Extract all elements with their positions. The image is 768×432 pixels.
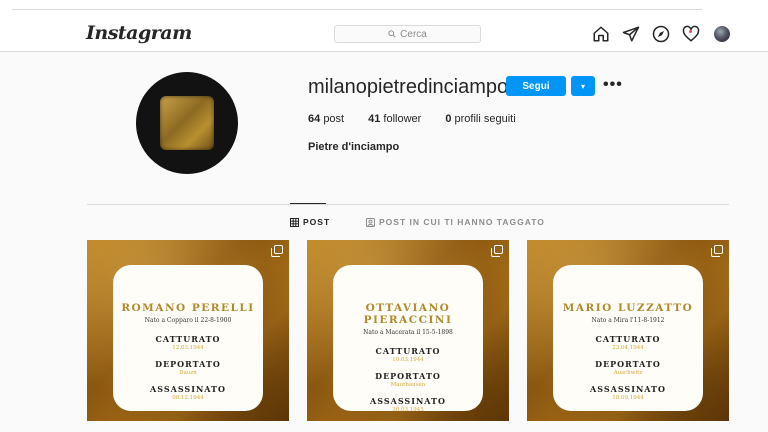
profile-tabs-divider xyxy=(87,204,729,205)
deported-label: DEPORTATO xyxy=(375,371,441,381)
tagged-icon xyxy=(366,217,375,227)
victim-name: OTTAVIANO PIERACCINI xyxy=(363,302,453,326)
captured-label: CATTURATO xyxy=(155,334,221,344)
captured-date: 12.03.1944 xyxy=(172,345,204,351)
tab-tagged-label: POST IN CUI TI HANNO TAGGATO xyxy=(379,217,545,227)
murdered-label: ASSASSINATO xyxy=(590,384,666,394)
posts-label: post xyxy=(323,113,345,125)
murdered-label: ASSASSINATO xyxy=(370,396,446,406)
profile-stats: 64 post 41 follower 0 profili seguiti xyxy=(308,113,516,125)
stone-plaque-image xyxy=(160,96,214,150)
murdered-label: ASSASSINATO xyxy=(150,384,226,394)
more-options-icon[interactable]: ••• xyxy=(603,76,622,96)
captured-label: CATTURATO xyxy=(595,334,661,344)
profile-username: milanopietredinciampo xyxy=(308,76,509,98)
carousel-icon xyxy=(491,245,503,257)
captured-date: 10.03.1944 xyxy=(392,357,424,363)
captured-date: 23.04.1944 xyxy=(612,345,644,351)
captured-label: CATTURATO xyxy=(375,346,441,356)
top-navigation-bar: Instagram Cerca xyxy=(0,16,768,52)
victim-name: MARIO LUZZATTO xyxy=(562,302,694,314)
home-icon[interactable] xyxy=(592,25,610,43)
activity-icon[interactable] xyxy=(682,25,700,43)
search-placeholder: Cerca xyxy=(400,28,427,40)
grid-icon xyxy=(290,217,299,227)
deported-label: DEPORTATO xyxy=(595,359,661,369)
notification-dot xyxy=(689,30,692,33)
explore-icon[interactable] xyxy=(652,25,670,43)
carousel-icon xyxy=(711,245,723,257)
tab-tagged[interactable]: POST IN CUI TI HANNO TAGGATO xyxy=(366,217,545,227)
search-icon xyxy=(388,30,396,38)
post-tile[interactable]: MARIO LUZZATTO Nato a Mira l'11-8-1912 C… xyxy=(527,240,729,421)
profile-full-name: Pietre d'inciampo xyxy=(308,141,400,153)
followers-label: follower xyxy=(383,113,422,125)
follow-button[interactable]: Segui xyxy=(506,76,566,96)
instagram-logo[interactable]: Instagram xyxy=(86,22,192,44)
murdered-date: 30.03.1945 xyxy=(392,407,424,413)
post-tile[interactable]: ROMANO PERELLI Nato a Copparo il 22-8-19… xyxy=(87,240,289,421)
following-stat[interactable]: 0 profili seguiti xyxy=(445,113,515,125)
following-count: 0 xyxy=(445,113,452,125)
suggestions-dropdown-button[interactable]: ▾ xyxy=(571,76,595,96)
birth-info: Nato a Copparo il 22-8-1900 xyxy=(144,317,232,324)
followers-stat[interactable]: 41 follower xyxy=(368,113,421,125)
deported-place: Dauzn xyxy=(179,370,197,376)
tab-posts-label: POST xyxy=(303,217,331,227)
victim-name: ROMANO PERELLI xyxy=(121,302,255,314)
stone-card: OTTAVIANO PIERACCINI Nato a Macerata il … xyxy=(333,265,483,413)
stone-card: ROMANO PERELLI Nato a Copparo il 22-8-19… xyxy=(113,265,263,411)
profile-avatar[interactable] xyxy=(714,26,730,42)
search-input[interactable]: Cerca xyxy=(334,25,481,43)
birth-info: Nato a Macerata il 15-5-1898 xyxy=(363,329,453,336)
profile-picture[interactable] xyxy=(136,72,238,174)
carousel-icon xyxy=(271,245,283,257)
birth-info: Nato a Mira l'11-8-1912 xyxy=(591,317,665,324)
deported-place: Auschwitz xyxy=(613,370,643,376)
murdered-date: 08.12.1944 xyxy=(172,395,204,401)
direct-icon[interactable] xyxy=(622,25,640,43)
post-tile[interactable]: OTTAVIANO PIERACCINI Nato a Macerata il … xyxy=(307,240,509,421)
tab-posts[interactable]: POST xyxy=(290,217,330,227)
deported-place: Mauthausen xyxy=(390,382,426,388)
followers-count: 41 xyxy=(368,113,381,125)
posts-count: 64 xyxy=(308,113,321,125)
browser-divider xyxy=(12,9,702,10)
stone-card: MARIO LUZZATTO Nato a Mira l'11-8-1912 C… xyxy=(553,265,703,411)
murdered-date: 18.09.1944 xyxy=(612,395,644,401)
deported-label: DEPORTATO xyxy=(155,359,221,369)
active-tab-indicator xyxy=(290,203,326,204)
browser-top-strip xyxy=(0,0,768,16)
following-label: profili seguiti xyxy=(454,113,516,125)
posts-stat: 64 post xyxy=(308,113,344,125)
